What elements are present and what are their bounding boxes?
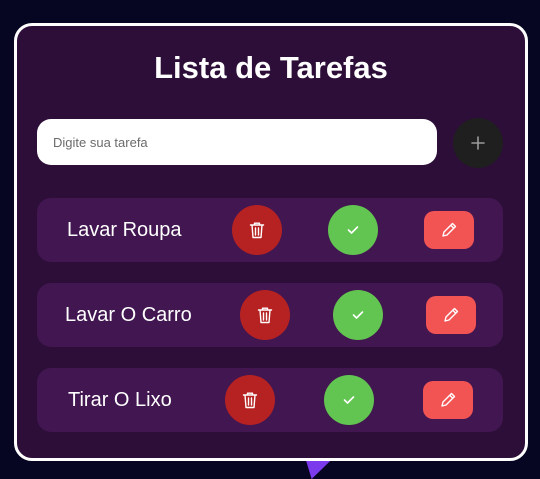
task-item: Lavar O Carro: [37, 283, 503, 347]
task-label: Tirar O Lixo: [68, 389, 172, 411]
task-item: Lavar Roupa: [37, 198, 503, 262]
task-label: Lavar O Carro: [65, 304, 192, 326]
check-icon: [343, 395, 355, 405]
task-item: Tirar O Lixo: [37, 368, 503, 432]
trash-icon: [249, 221, 265, 239]
plus-icon: [470, 135, 486, 151]
page-title: Lista de Tarefas: [154, 50, 388, 85]
check-icon: [347, 225, 359, 235]
trash-icon: [242, 391, 258, 409]
delete-task-button[interactable]: [240, 290, 290, 340]
complete-task-button[interactable]: [333, 290, 383, 340]
complete-task-button[interactable]: [328, 205, 378, 255]
edit-task-button[interactable]: [424, 211, 474, 249]
edit-task-button[interactable]: [423, 381, 473, 419]
delete-task-button[interactable]: [225, 375, 275, 425]
delete-task-button[interactable]: [232, 205, 282, 255]
edit-task-button[interactable]: [426, 296, 476, 334]
pencil-icon: [439, 391, 457, 409]
trash-icon: [257, 306, 273, 324]
task-input[interactable]: [37, 119, 437, 165]
task-label: Lavar Roupa: [67, 219, 182, 241]
todo-card: Lista de Tarefas Lavar Roupa Lavar O Car…: [14, 23, 528, 461]
pencil-icon: [442, 306, 460, 324]
complete-task-button[interactable]: [324, 375, 374, 425]
pencil-icon: [440, 221, 458, 239]
add-task-button[interactable]: [453, 118, 503, 168]
check-icon: [352, 310, 364, 320]
